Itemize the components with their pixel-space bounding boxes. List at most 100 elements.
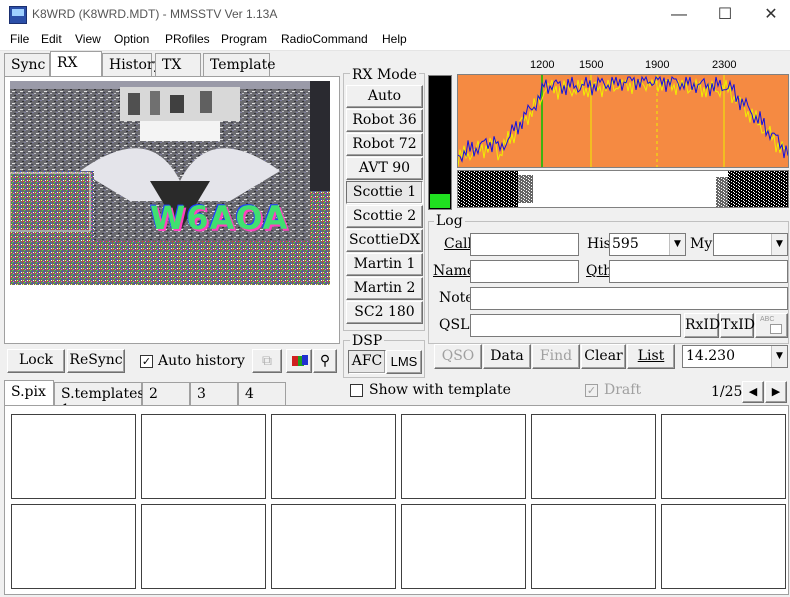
draft-label: Draft <box>604 382 642 398</box>
rx-mode-robot-36-button[interactable]: Robot 36 <box>346 109 423 132</box>
txid-button[interactable]: TxID <box>720 313 755 338</box>
rx-mode-martin-1-button[interactable]: Martin 1 <box>346 253 423 276</box>
chevron-down-icon: ▼ <box>669 234 685 255</box>
afc-button[interactable]: AFC <box>348 350 386 374</box>
rx-mode-auto-button[interactable]: Auto <box>346 85 423 108</box>
thumbnail-slot[interactable] <box>531 504 656 589</box>
qsl-input[interactable] <box>470 314 681 337</box>
menu-program[interactable]: Program <box>221 32 267 46</box>
thumbnail-slot[interactable] <box>401 504 526 589</box>
menu-view[interactable]: View <box>75 32 101 46</box>
spectrum-display[interactable] <box>457 74 789 168</box>
close-button[interactable]: ✕ <box>748 0 790 30</box>
rx-mode-robot-72-button[interactable]: Robot 72 <box>346 133 423 156</box>
find-button[interactable]: Find <box>532 344 580 369</box>
lms-button[interactable]: LMS <box>386 350 422 374</box>
copy-to-history-button[interactable]: ⧉ <box>252 349 282 373</box>
show-with-template-label: Show with template <box>369 382 511 398</box>
rx-mode-sc2-180-button[interactable]: SC2 180 <box>346 301 423 324</box>
dsp-label: DSP <box>350 333 385 349</box>
rx-mode-scottie-2-button[interactable]: Scottie 2 <box>346 205 423 228</box>
thumbnail-slot[interactable] <box>531 414 656 499</box>
call-label: Call <box>444 236 473 252</box>
prev-page-button[interactable]: ◀ <box>742 381 764 403</box>
my-label: My <box>690 236 713 252</box>
name-label: Name <box>433 263 476 279</box>
menu-radiocommand[interactable]: RadioCommand <box>281 32 368 46</box>
tab-2[interactable]: 2 <box>142 382 190 405</box>
tab-template[interactable]: Template <box>203 53 276 76</box>
auto-history-label: Auto history <box>158 353 245 369</box>
rx-mode-avt-90-button[interactable]: AVT 90 <box>346 157 423 180</box>
level-meter <box>428 75 452 210</box>
page-indicator: 1/25 <box>711 384 743 400</box>
rx-mode-scottie-1-button[interactable]: Scottie 1 <box>346 181 423 204</box>
minimize-button[interactable]: — <box>656 0 702 30</box>
qso-button[interactable]: QSO <box>434 344 482 369</box>
freq-label-1200: 1200 <box>530 59 555 71</box>
tab-tx[interactable]: TX <box>155 53 201 76</box>
app-icon <box>9 6 27 24</box>
waterfall-display[interactable] <box>457 170 789 208</box>
next-page-button[interactable]: ▶ <box>765 381 787 403</box>
data-button[interactable]: Data <box>483 344 531 369</box>
his-value: 595 <box>612 236 639 252</box>
chevron-down-icon: ▼ <box>771 346 787 367</box>
qth-input[interactable] <box>609 260 788 283</box>
thumbnail-slot[interactable] <box>661 504 786 589</box>
menu-file[interactable]: File <box>10 32 29 46</box>
frequency-value: 14.230 <box>686 348 735 364</box>
name-input[interactable] <box>470 260 579 283</box>
rx-mode-scottiedx-button[interactable]: ScottieDX <box>346 229 423 252</box>
tab-3[interactable]: 3 <box>190 382 238 405</box>
call-input[interactable] <box>470 233 579 256</box>
thumbnail-slot[interactable] <box>11 414 136 499</box>
tab-rx[interactable]: RX <box>50 51 102 76</box>
his-select[interactable]: 595 ▼ <box>609 233 686 256</box>
rx-image: W6AOA <box>10 81 330 285</box>
rx-mode-martin-2-button[interactable]: Martin 2 <box>346 277 423 300</box>
menu-option[interactable]: Option <box>114 32 149 46</box>
tab-4[interactable]: 4 <box>238 382 286 405</box>
tab-history[interactable]: History <box>102 53 162 76</box>
rx-image-callsign: W6AOA <box>150 199 289 237</box>
window-title: K8WRD (K8WRD.MDT) - MMSSTV Ver 1.13A <box>32 7 278 21</box>
note-input[interactable] <box>470 287 788 310</box>
my-select[interactable]: ▼ <box>713 233 788 256</box>
thumbnail-slot[interactable] <box>271 504 396 589</box>
thumbnail-slot[interactable] <box>141 504 266 589</box>
tab-spix[interactable]: S.pix <box>4 380 54 405</box>
freq-label-2300: 2300 <box>712 59 737 71</box>
menu-profiles[interactable]: PRofiles <box>165 32 210 46</box>
menu-help[interactable]: Help <box>382 32 407 46</box>
list-button[interactable]: List <box>627 344 675 369</box>
auto-history-checkbox[interactable]: ✓ <box>140 355 153 368</box>
note-label: Note <box>439 290 474 306</box>
tab-stemplates-1[interactable]: S.templates 1 <box>54 382 145 418</box>
menu-edit[interactable]: Edit <box>41 32 62 46</box>
log-label: Log <box>434 213 465 229</box>
show-with-template-checkbox[interactable] <box>350 384 363 397</box>
thumbnail-slot[interactable] <box>11 504 136 589</box>
freq-label-1500: 1500 <box>579 59 604 71</box>
zoom-icon[interactable]: ⚲ <box>313 349 337 373</box>
frequency-select[interactable]: 14.230 ▼ <box>682 345 788 368</box>
palette-button[interactable] <box>286 349 312 373</box>
thumbnail-slot[interactable] <box>661 414 786 499</box>
resync-button[interactable]: ReSync <box>67 349 125 373</box>
thumbnail-slot[interactable] <box>271 414 396 499</box>
rx-mode-label: RX Mode <box>350 67 419 83</box>
rxid-button[interactable]: RxID <box>684 313 720 338</box>
qsl-label: QSL <box>439 317 470 333</box>
lock-button[interactable]: Lock <box>7 349 65 373</box>
thumbnail-slot[interactable] <box>141 414 266 499</box>
thumbnail-slot[interactable] <box>401 414 526 499</box>
clear-button[interactable]: Clear <box>581 344 626 369</box>
his-label: His <box>587 236 611 252</box>
abc-icon[interactable]: ABC <box>755 313 788 338</box>
freq-label-1900: 1900 <box>645 59 670 71</box>
draft-checkbox[interactable]: ✓ <box>585 384 598 397</box>
chevron-down-icon: ▼ <box>771 234 787 255</box>
tab-sync[interactable]: Sync <box>4 53 50 76</box>
maximize-button[interactable]: ☐ <box>702 0 748 30</box>
